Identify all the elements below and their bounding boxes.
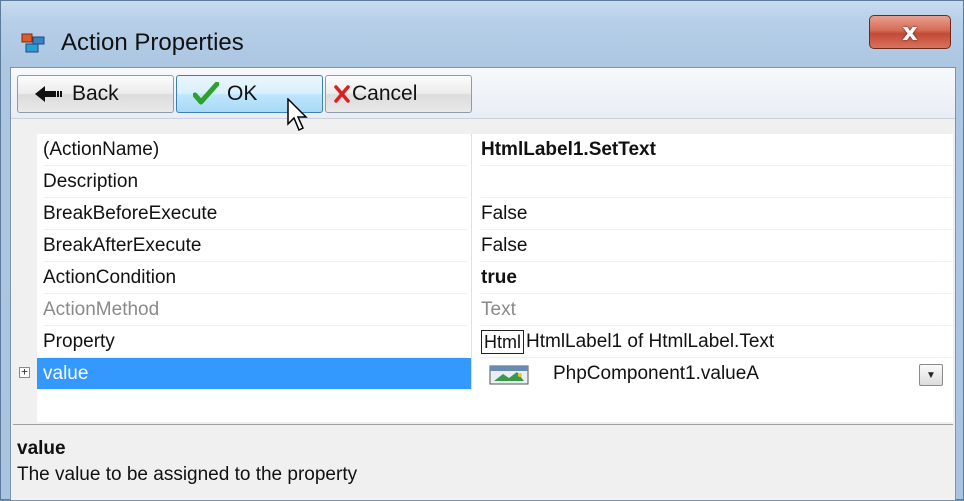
property-name: value: [37, 358, 471, 390]
grid-row-property[interactable]: Property Html HtmlLabel1 of HtmlLabel.Tex…: [13, 326, 953, 358]
back-arrow-icon: [35, 86, 62, 102]
property-value[interactable]: true: [481, 262, 953, 294]
property-name: ActionMethod: [43, 294, 467, 326]
grid-row-action-name[interactable]: (ActionName) HtmlLabel1.SetText: [13, 134, 953, 166]
app-icon: [21, 33, 45, 53]
back-button[interactable]: Back: [17, 75, 174, 113]
dropdown-arrow-icon: ▼: [926, 369, 936, 381]
expand-plus-icon[interactable]: +: [19, 366, 30, 378]
property-value[interactable]: PhpComponent1.valueA: [553, 358, 759, 390]
help-title: value: [17, 438, 66, 459]
property-value[interactable]: False: [481, 230, 953, 262]
close-icon: x: [902, 18, 918, 46]
mouse-cursor-icon: [287, 98, 308, 132]
grid-row-break-after-execute[interactable]: BreakAfterExecute False: [13, 230, 953, 262]
property-name: (ActionName): [43, 134, 467, 166]
property-value[interactable]: False: [481, 198, 953, 230]
property-value: Text: [481, 294, 953, 326]
close-button[interactable]: x: [869, 15, 951, 49]
property-name: BreakAfterExecute: [43, 230, 467, 262]
dialog-client-area: Back OK Cancel (ActionName) HtmlLabel1.S…: [10, 67, 956, 501]
property-value[interactable]: [481, 166, 953, 198]
property-value[interactable]: Html HtmlLabel1 of HtmlLabel.Text: [481, 326, 953, 358]
toolbar: Back OK Cancel: [11, 68, 955, 132]
ok-label: OK: [227, 82, 258, 105]
window-title: Action Properties: [61, 29, 244, 56]
property-value-text: HtmlLabel1 of HtmlLabel.Text: [526, 331, 775, 352]
property-grid: (ActionName) HtmlLabel1.SetText Descript…: [13, 134, 953, 422]
grid-row-action-method[interactable]: ActionMethod Text: [13, 294, 953, 326]
back-label: Back: [72, 82, 119, 105]
property-name: BreakBeforeExecute: [43, 198, 467, 230]
component-icon: [489, 365, 529, 385]
cross-icon: [334, 85, 350, 103]
grid-row-value[interactable]: + value PhpComponent1.valueA ▼: [13, 358, 953, 390]
title-bar: Action Properties x: [1, 1, 963, 67]
property-name: Property: [43, 326, 467, 358]
cancel-label: Cancel: [352, 82, 418, 105]
property-value[interactable]: HtmlLabel1.SetText: [481, 134, 953, 166]
grid-row-description[interactable]: Description: [13, 166, 953, 198]
help-description: The value to be assigned to the property: [17, 464, 358, 485]
property-name: ActionCondition: [43, 262, 467, 294]
help-separator: [13, 424, 953, 425]
html-type-box: Html: [481, 329, 524, 354]
property-name: Description: [43, 166, 467, 198]
checkmark-icon: [193, 82, 219, 105]
dropdown-button[interactable]: ▼: [919, 364, 943, 386]
grid-row-break-before-execute[interactable]: BreakBeforeExecute False: [13, 198, 953, 230]
action-properties-window: Action Properties x Back OK Cancel (Acti…: [0, 0, 964, 501]
grid-row-action-condition[interactable]: ActionCondition true: [13, 262, 953, 294]
cancel-button[interactable]: Cancel: [325, 75, 472, 113]
